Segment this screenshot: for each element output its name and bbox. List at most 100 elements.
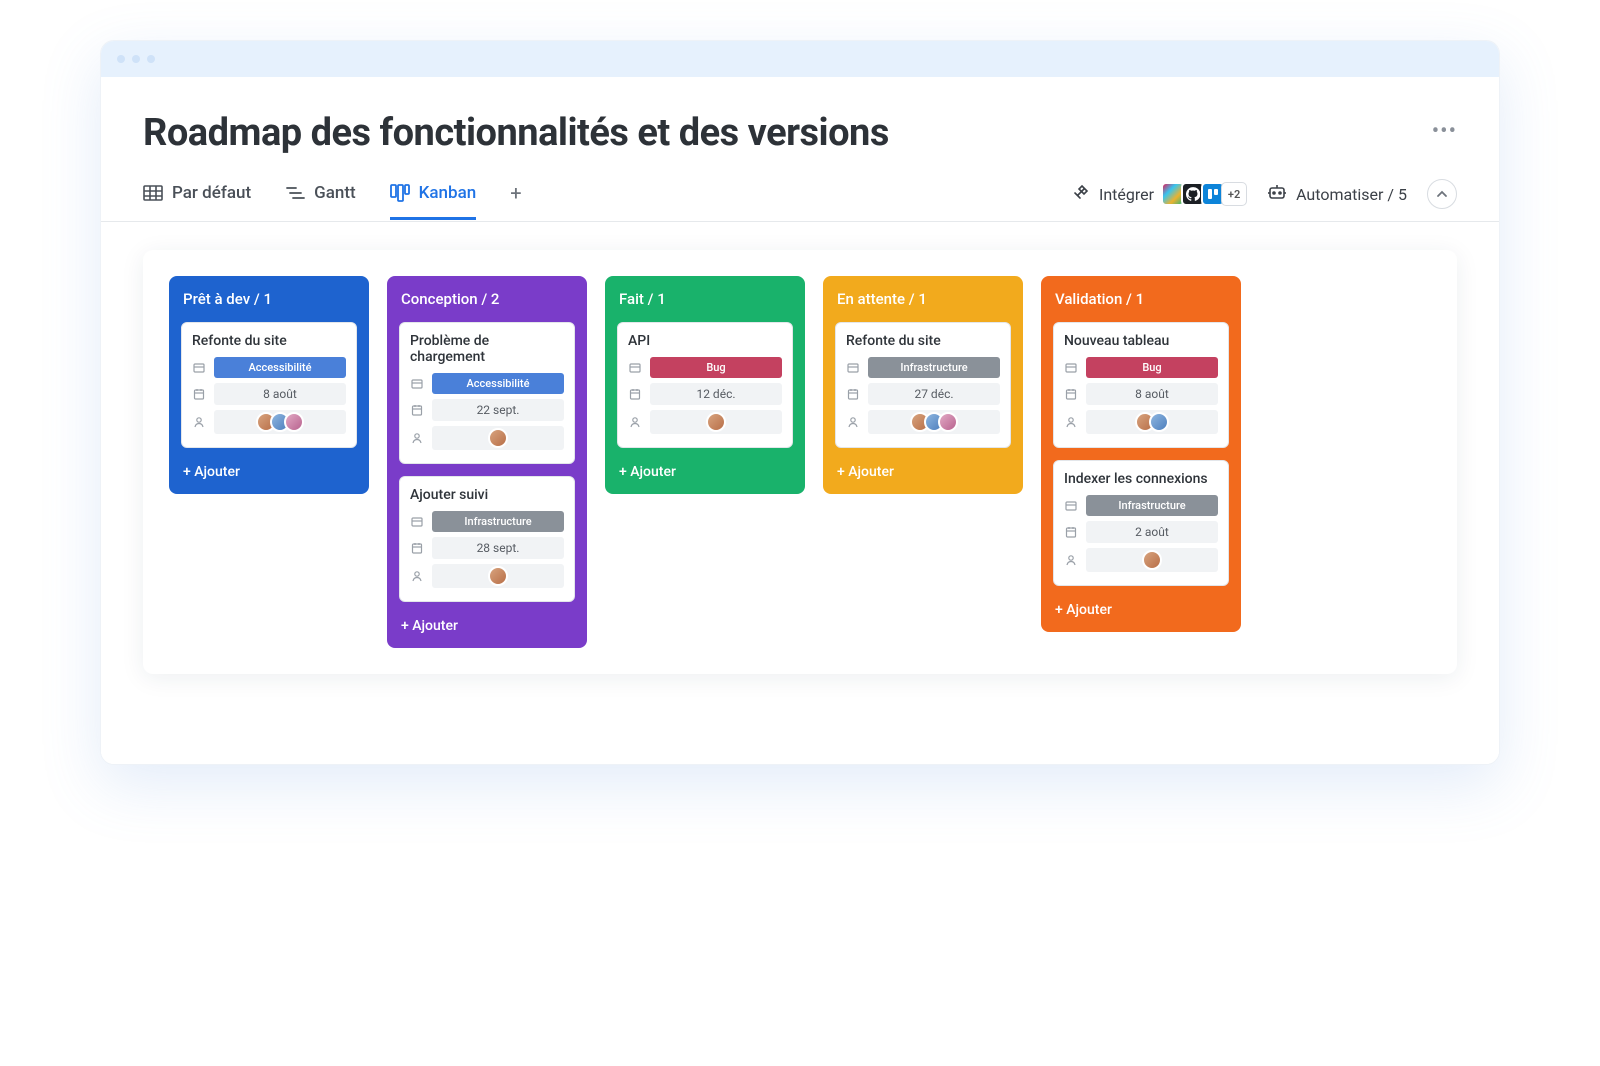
avatar [284,412,304,432]
tab-default[interactable]: Par défaut [143,183,251,217]
collapse-toolbar-button[interactable] [1427,179,1457,209]
person-icon [628,416,642,428]
card-assignees [868,410,1000,434]
kanban-card[interactable]: Problème de chargement Accessibilité 22 se… [399,322,575,464]
card-tag: Accessibilité [214,357,346,378]
person-icon [1064,554,1078,566]
column-header[interactable]: Conception / 2 [399,290,575,308]
category-icon [846,362,860,374]
calendar-icon [410,542,424,554]
card-date: 8 août [214,383,346,405]
kanban-icon [390,184,410,202]
kanban-column: Prêt à dev / 1 Refonte du site Accessibili… [169,276,369,494]
column-header[interactable]: En attente / 1 [835,290,1011,308]
integrate-button[interactable]: Intégrer +2 [1072,182,1247,206]
card-tag: Infrastructure [432,511,564,532]
card-date: 2 août [1086,521,1218,543]
add-card-button[interactable]: + Ajouter [1053,598,1229,618]
card-title: Refonte du site [192,333,346,349]
card-tag: Accessibilité [432,373,564,394]
automate-label: Automatiser / 5 [1296,185,1407,204]
tab-label: Gantt [314,183,356,203]
column-header[interactable]: Fait / 1 [617,290,793,308]
category-icon [410,516,424,528]
card-date: 8 août [1086,383,1218,405]
automate-button[interactable]: Automatiser / 5 [1267,184,1407,204]
add-card-button[interactable]: + Ajouter [181,460,357,480]
add-card-button[interactable]: + Ajouter [835,460,1011,480]
category-icon [1064,362,1078,374]
calendar-icon [1064,388,1078,400]
view-tabs: Par défaut Gantt [143,181,522,219]
calendar-icon [192,388,206,400]
kanban-column: Conception / 2 Problème de chargement Acce… [387,276,587,648]
card-assignees [214,410,346,434]
avatar [1142,550,1162,570]
integration-icons: +2 [1165,182,1247,206]
avatar [938,412,958,432]
kanban-column: Validation / 1 Nouveau tableau Bug 8 août In… [1041,276,1241,632]
card-assignees [432,426,564,450]
category-icon [192,362,206,374]
card-title: API [628,333,782,349]
category-icon [410,378,424,390]
person-icon [846,416,860,428]
card-date: 22 sept. [432,399,564,421]
browser-titlebar [101,41,1499,77]
card-assignees [432,564,564,588]
card-assignees [1086,410,1218,434]
card-date: 27 déc. [868,383,1000,405]
kanban-card[interactable]: Refonte du site Infrastructure 27 déc. [835,322,1011,448]
card-date: 28 sept. [432,537,564,559]
kanban-card[interactable]: Indexer les connexionsInfrastructure2 ao… [1053,460,1229,586]
card-title: Nouveau tableau [1064,333,1218,349]
window-dot [132,55,140,63]
avatar [1149,412,1169,432]
kanban-column: Fait / 1 APIBug12 déc. + Ajouter [605,276,805,494]
board-area: Prêt à dev / 1 Refonte du site Accessibili… [101,222,1499,764]
card-title: Problème de chargement [410,333,564,365]
avatar [706,412,726,432]
card-tag: Infrastructure [1086,495,1218,516]
card-date: 12 déc. [650,383,782,405]
category-icon [628,362,642,374]
view-toolbar: Par défaut Gantt [101,165,1499,222]
add-view-button[interactable]: + [510,181,521,219]
robot-icon [1267,184,1287,204]
avatar [488,428,508,448]
tab-kanban[interactable]: Kanban [390,183,477,220]
person-icon [410,432,424,444]
column-header[interactable]: Prêt à dev / 1 [181,290,357,308]
person-icon [1064,416,1078,428]
add-card-button[interactable]: + Ajouter [617,460,793,480]
tab-label: Kanban [419,183,477,203]
more-actions-button[interactable]: ••• [1432,111,1457,144]
column-header[interactable]: Validation / 1 [1053,290,1229,308]
card-assignees [650,410,782,434]
kanban-card[interactable]: Refonte du site Accessibilité 8 août [181,322,357,448]
app: Roadmap des fonctionnalités et des versi… [101,77,1499,764]
integrate-label: Intégrer [1099,185,1154,204]
window-dot [117,55,125,63]
add-card-button[interactable]: + Ajouter [399,614,575,634]
card-tag: Infrastructure [868,357,1000,378]
kanban-board: Prêt à dev / 1 Refonte du site Accessibili… [143,250,1457,674]
person-icon [192,416,206,428]
page-header: Roadmap des fonctionnalités et des versi… [101,77,1499,165]
gantt-icon [285,184,305,202]
tab-gantt[interactable]: Gantt [285,183,356,217]
card-tag: Bug [1086,357,1218,378]
category-icon [1064,500,1078,512]
card-title: Refonte du site [846,333,1000,349]
kanban-card[interactable]: Ajouter suiviInfrastructure28 sept. [399,476,575,602]
calendar-icon [410,404,424,416]
person-icon [410,570,424,582]
integration-more-count[interactable]: +2 [1221,182,1247,206]
browser-frame: Roadmap des fonctionnalités et des versi… [100,40,1500,765]
kanban-card[interactable]: APIBug12 déc. [617,322,793,448]
calendar-icon [1064,526,1078,538]
kanban-card[interactable]: Nouveau tableau Bug 8 août [1053,322,1229,448]
toolbar-right: Intégrer +2 [1072,179,1457,221]
window-dot [147,55,155,63]
avatar [488,566,508,586]
